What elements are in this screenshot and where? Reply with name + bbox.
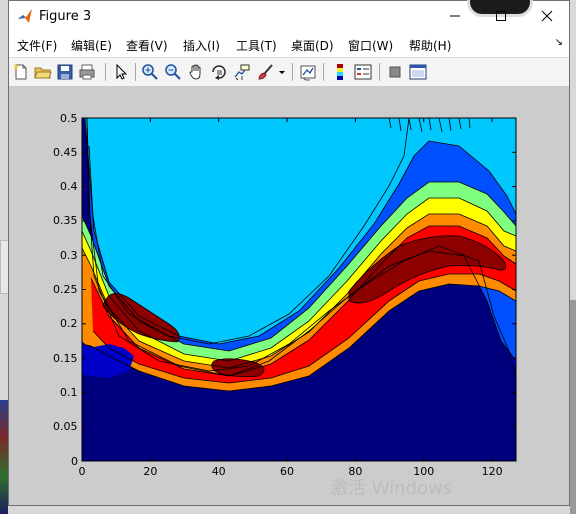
menu-desktop[interactable]: 桌面(D) bbox=[291, 37, 334, 54]
y-tick-label: 0.4 bbox=[60, 180, 78, 194]
zoom-in-icon[interactable] bbox=[141, 63, 159, 81]
dropdown-arrow-icon[interactable] bbox=[277, 63, 287, 81]
menu-file[interactable]: 文件(F) bbox=[17, 37, 57, 54]
x-tick-label: 20 bbox=[143, 465, 158, 478]
y-tick-label: 0.35 bbox=[53, 214, 78, 228]
background-window-edge bbox=[0, 400, 8, 514]
y-tick-label: 0.2 bbox=[60, 317, 78, 331]
menu-tools[interactable]: 工具(T) bbox=[236, 37, 277, 54]
y-tick-label: 0 bbox=[71, 454, 78, 468]
menu-view[interactable]: 查看(V) bbox=[126, 37, 168, 54]
save-icon[interactable] bbox=[56, 63, 74, 81]
minimize-button[interactable] bbox=[432, 1, 478, 31]
pan-hand-icon[interactable] bbox=[187, 63, 205, 81]
window-title: Figure 3 bbox=[39, 9, 92, 24]
colorbar-icon[interactable] bbox=[331, 63, 349, 81]
menu-overflow-icon[interactable]: ↘ bbox=[555, 37, 563, 48]
x-tick-label: 60 bbox=[280, 465, 295, 478]
y-tick-label: 0.1 bbox=[60, 385, 78, 399]
menu-edit[interactable]: 编辑(E) bbox=[71, 37, 112, 54]
maximize-icon bbox=[496, 11, 506, 21]
x-tick-label: 120 bbox=[481, 465, 503, 478]
y-tick-label: 0.25 bbox=[53, 283, 78, 296]
x-tick-label: 0 bbox=[78, 465, 86, 478]
y-tick-label: 0.45 bbox=[53, 145, 78, 159]
print-icon[interactable] bbox=[78, 63, 96, 81]
minimize-icon bbox=[450, 15, 460, 17]
toolbar-separator bbox=[135, 63, 136, 81]
new-figure-icon[interactable] bbox=[12, 63, 30, 81]
menu-bar: 文件(F) 编辑(E) 查看(V) 插入(I) 工具(T) 桌面(D) 窗口(W… bbox=[9, 33, 569, 55]
brush-icon[interactable] bbox=[257, 63, 275, 81]
activation-watermark: 激活 Windows bbox=[330, 478, 453, 499]
open-file-icon[interactable] bbox=[34, 63, 52, 81]
x-tick-label: 40 bbox=[211, 465, 226, 478]
link-plot-icon[interactable] bbox=[299, 63, 317, 81]
matlab-icon bbox=[17, 8, 33, 24]
toolbar-separator bbox=[105, 63, 106, 81]
pointer-icon[interactable] bbox=[112, 63, 130, 81]
y-tick-label: 0.5 bbox=[60, 111, 78, 125]
contour-plot[interactable] bbox=[9, 86, 569, 506]
hide-tools-icon[interactable] bbox=[386, 63, 404, 81]
background-window-edge bbox=[570, 300, 576, 514]
toolbar-separator bbox=[292, 63, 293, 81]
menu-insert[interactable]: 插入(I) bbox=[183, 37, 220, 54]
close-button[interactable] bbox=[524, 1, 570, 31]
figure-window: Figure 3 文件(F) 编辑(E) 查看(V) 插入(I) 工具(T) 桌… bbox=[8, 0, 570, 506]
toolbar-separator bbox=[379, 63, 380, 81]
title-bar[interactable]: Figure 3 bbox=[9, 0, 570, 33]
legend-icon[interactable] bbox=[354, 63, 372, 81]
data-cursor-icon[interactable] bbox=[233, 63, 251, 81]
menu-help[interactable]: 帮助(H) bbox=[409, 37, 451, 54]
rotate-3d-icon[interactable] bbox=[210, 63, 228, 81]
toolbar bbox=[9, 57, 569, 87]
zoom-out-icon[interactable] bbox=[164, 63, 182, 81]
y-tick-label: 0.15 bbox=[53, 351, 78, 365]
y-tick-label: 0.05 bbox=[53, 420, 78, 434]
toolbar-separator bbox=[323, 63, 324, 81]
close-icon bbox=[541, 10, 553, 22]
dock-icon[interactable] bbox=[409, 63, 427, 81]
maximize-button[interactable] bbox=[478, 1, 524, 31]
menu-window[interactable]: 窗口(W) bbox=[348, 37, 393, 54]
figure-canvas: 0 20 40 60 80 100 120 0 0.05 0.1 0.15 0.2 0.25 0.3 0.3… bbox=[9, 86, 569, 505]
y-tick-label: 0.3 bbox=[60, 248, 78, 262]
